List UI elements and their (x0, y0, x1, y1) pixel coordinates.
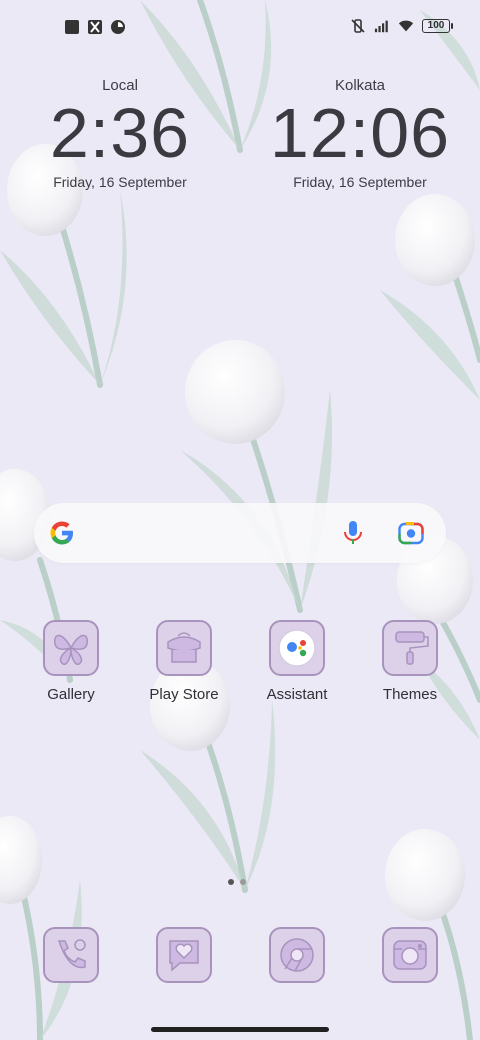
app-gallery[interactable]: Gallery (16, 620, 126, 703)
vibrate-off-icon (351, 19, 365, 33)
app-label: Play Store (149, 686, 219, 703)
paint-roller-icon (395, 631, 429, 665)
page-dot-active (228, 879, 234, 885)
google-search-bar[interactable] (34, 503, 446, 563)
app-label: Themes (382, 686, 438, 703)
page-indicator (228, 879, 246, 885)
dock-camera[interactable] (355, 927, 465, 983)
gallery-tile[interactable] (43, 620, 99, 676)
assistant-icon (278, 629, 316, 667)
dock-messages[interactable] (129, 927, 239, 983)
message-heart-icon (169, 940, 199, 972)
clock-kolkata[interactable]: Kolkata 12:06 Friday, 16 September (260, 77, 460, 190)
phone-icon (57, 939, 86, 969)
store-icon (167, 632, 201, 663)
clock-date: Friday, 16 September (53, 174, 187, 190)
chrome-icon (280, 938, 314, 972)
clock-city: Local (102, 77, 138, 94)
app-label: Gallery (47, 686, 95, 703)
battery-indicator: 100 (422, 19, 453, 33)
lens-icon[interactable] (398, 521, 424, 545)
messages-tile[interactable] (156, 927, 212, 983)
assistant-tile[interactable] (269, 620, 325, 676)
google-g-icon (50, 521, 73, 545)
square-notification-icon (65, 20, 79, 34)
play-store-tile[interactable] (156, 620, 212, 676)
signal-icon (374, 20, 388, 33)
butterfly-icon (54, 634, 88, 666)
camera-icon (393, 940, 427, 970)
gesture-navigation-bar[interactable] (151, 1027, 329, 1032)
themes-tile[interactable] (382, 620, 438, 676)
status-notifications (64, 19, 126, 35)
app-label: Assistant (266, 686, 328, 703)
clock-date: Friday, 16 September (293, 174, 427, 190)
dock-phone[interactable] (16, 927, 126, 983)
wifi-icon (398, 20, 414, 32)
chrome-tile[interactable] (269, 927, 325, 983)
camera-tile[interactable] (382, 927, 438, 983)
clock-local[interactable]: Local 2:36 Friday, 16 September (20, 77, 220, 190)
app-play-store[interactable]: Play Store (129, 620, 239, 703)
app-assistant[interactable]: Assistant (242, 620, 352, 703)
dock-chrome[interactable] (242, 927, 352, 983)
clock-time: 2:36 (49, 94, 191, 172)
clock-time: 12:06 (269, 94, 451, 172)
hourglass-notification-icon (88, 20, 102, 34)
phone-tile[interactable] (43, 927, 99, 983)
clock-city: Kolkata (334, 77, 386, 94)
app-themes[interactable]: Themes (355, 620, 465, 703)
page-dot (240, 879, 246, 885)
mic-icon[interactable] (342, 520, 364, 546)
pie-notification-icon (111, 20, 125, 34)
status-system: 100 (350, 18, 453, 34)
